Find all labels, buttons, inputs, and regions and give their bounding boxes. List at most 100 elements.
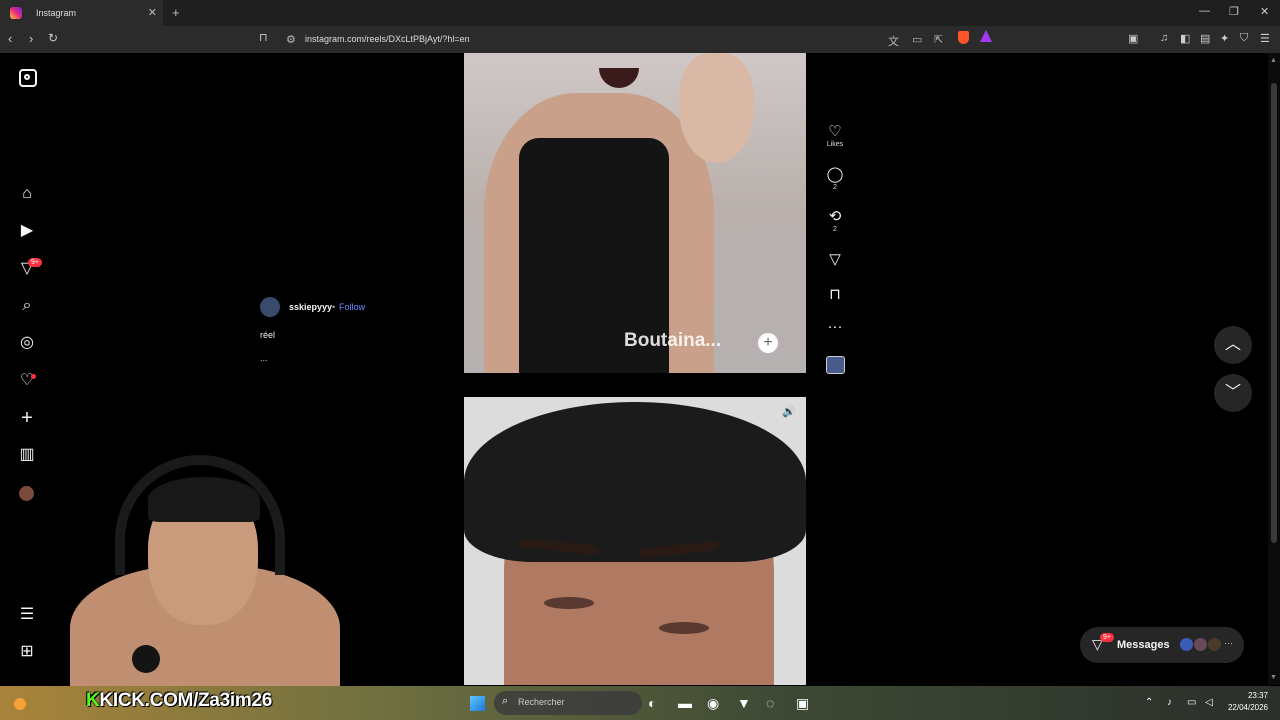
share-icon[interactable]: ⇱ bbox=[934, 33, 943, 46]
more-icon: ··· bbox=[827, 318, 843, 335]
chevron-down-icon: ﹀ bbox=[1224, 384, 1241, 401]
ai-assistant-icon[interactable]: ✦ bbox=[1220, 32, 1229, 45]
separator-dot: • bbox=[332, 302, 336, 312]
url-text: instagram.com/reels/DXcLtPBjAyt/?hl=en bbox=[305, 34, 470, 44]
share-button[interactable]: ▽ bbox=[822, 250, 848, 268]
comments-count: 2 bbox=[833, 184, 837, 191]
home-icon[interactable]: ⌂ bbox=[18, 185, 36, 203]
notification-dot bbox=[31, 374, 36, 379]
steam-icon[interactable]: ◉ bbox=[707, 695, 719, 712]
more-menu-icon[interactable]: ☰ bbox=[18, 606, 36, 624]
create-icon[interactable]: + bbox=[18, 408, 36, 428]
video-frame-mouth bbox=[599, 68, 639, 88]
tab-instagram[interactable]: Instagram ✕ bbox=[0, 0, 163, 26]
forward-icon[interactable]: › bbox=[29, 31, 33, 46]
search-icon: ⌕ bbox=[502, 695, 509, 707]
video-frame-eye bbox=[544, 597, 594, 609]
system-clock[interactable]: 23:37 22/04/2026 bbox=[1224, 690, 1268, 714]
reel-caption: réel bbox=[260, 330, 276, 340]
close-tab-icon[interactable]: ✕ bbox=[148, 6, 157, 19]
author-avatar[interactable] bbox=[260, 297, 280, 317]
brave-rewards-icon[interactable] bbox=[980, 30, 992, 42]
author-username[interactable]: sskiepyyy bbox=[289, 302, 332, 312]
repost-icon: ⟲ bbox=[828, 208, 842, 225]
stream-url: KICK.COM/Za3im26 bbox=[99, 690, 272, 711]
reload-icon[interactable]: ↻ bbox=[48, 31, 58, 45]
obs-icon[interactable]: ◌ bbox=[766, 695, 774, 711]
kick-logo: K bbox=[86, 690, 100, 711]
scroll-down-icon[interactable]: ▼ bbox=[1270, 674, 1277, 681]
windows-start-icon[interactable] bbox=[470, 696, 485, 711]
bookmark-save-icon: ⊓ bbox=[829, 286, 841, 303]
scroll-up-icon[interactable]: ▲ bbox=[1270, 57, 1277, 64]
app-icon[interactable]: ▣ bbox=[796, 695, 809, 712]
restore-icon[interactable]: ❐ bbox=[1229, 5, 1239, 18]
caption-more[interactable]: ... bbox=[260, 353, 268, 363]
tab-bar: Instagram ✕ + — ❐ ✕ bbox=[0, 0, 1280, 26]
file-explorer-icon[interactable]: ▬ bbox=[678, 695, 692, 711]
wallet-icon[interactable]: ▤ bbox=[1200, 32, 1210, 45]
menu-icon[interactable]: ☰ bbox=[1260, 32, 1270, 45]
navigation-bar: ‹ › ↻ ⊓ ⚙ instagram.com/reels/DXcLtPBjAy… bbox=[0, 26, 1280, 53]
also-from-meta-icon[interactable]: ⊞ bbox=[18, 643, 36, 661]
edge-icon[interactable]: ◐ bbox=[648, 695, 656, 711]
like-button[interactable]: ♡ Likes bbox=[822, 122, 848, 148]
cast-icon[interactable]: ▭ bbox=[912, 33, 922, 46]
explore-icon[interactable]: ◎ bbox=[18, 334, 36, 352]
scrollbar-thumb[interactable] bbox=[1271, 83, 1277, 543]
heart-icon: ♡ bbox=[828, 123, 842, 140]
messages-button[interactable]: ▽ 9+ Messages ··· bbox=[1080, 627, 1244, 663]
new-tab-icon[interactable]: + bbox=[172, 5, 180, 20]
video-overlay-text: Boutaina... bbox=[624, 330, 722, 351]
reader-icon[interactable]: ◧ bbox=[1180, 32, 1190, 45]
clock-time: 23:37 bbox=[1247, 691, 1268, 700]
address-bar[interactable]: ⚙ instagram.com/reels/DXcLtPBjAyt/?hl=en… bbox=[270, 29, 1005, 50]
clock-date: 22/04/2026 bbox=[1227, 703, 1268, 712]
reels-icon[interactable]: ▶ bbox=[18, 222, 36, 240]
webcam-overlay bbox=[70, 455, 340, 687]
microphone-tray-icon[interactable]: ♪ bbox=[1167, 697, 1172, 708]
more-options-button[interactable]: ··· bbox=[822, 318, 848, 335]
tray-chevron-icon[interactable]: ⌃ bbox=[1145, 697, 1153, 708]
translate-icon[interactable]: 文 bbox=[888, 33, 899, 49]
media-icon[interactable]: ♫ bbox=[1160, 32, 1168, 44]
chat-avatar bbox=[1180, 638, 1193, 651]
microphone-icon bbox=[132, 645, 160, 673]
site-info-icon[interactable]: ⚙ bbox=[286, 33, 296, 46]
vpn-icon[interactable]: ⛉ bbox=[1240, 32, 1248, 45]
reel-video-current[interactable]: Boutaina... + bbox=[464, 53, 806, 373]
audio-thumbnail[interactable] bbox=[826, 356, 845, 374]
volume-icon[interactable]: ◁ bbox=[1205, 697, 1213, 708]
headphones-icon bbox=[115, 455, 285, 575]
reposts-count: 2 bbox=[833, 226, 837, 233]
profile-avatar[interactable] bbox=[19, 486, 34, 501]
previous-reel-button[interactable]: ︿ bbox=[1214, 326, 1252, 364]
minimize-icon[interactable]: — bbox=[1199, 5, 1210, 17]
sidebar-panel-icon[interactable]: ▣ bbox=[1128, 32, 1138, 45]
chat-avatar bbox=[1208, 638, 1221, 651]
notifications-badge: 9+ bbox=[28, 258, 42, 267]
search-icon[interactable]: ⌕ bbox=[18, 297, 36, 315]
follow-button[interactable]: Follow bbox=[339, 302, 365, 312]
page-scrollbar[interactable]: ▲ ▼ bbox=[1268, 53, 1280, 685]
more-icon: ··· bbox=[1224, 638, 1233, 648]
dashboard-icon[interactable]: ▥ bbox=[18, 446, 36, 464]
bookmark-icon[interactable]: ⊓ bbox=[259, 31, 268, 44]
sound-icon[interactable]: 🔊 bbox=[782, 405, 796, 418]
reel-video-next[interactable]: 🔊 bbox=[464, 397, 806, 685]
next-reel-button[interactable]: ﹀ bbox=[1214, 374, 1252, 412]
repost-button[interactable]: ⟲ 2 bbox=[822, 207, 848, 233]
taskbar-search[interactable]: ⌕ Rechercher bbox=[494, 691, 642, 715]
close-window-icon[interactable]: ✕ bbox=[1260, 5, 1269, 18]
network-icon[interactable]: ▭ bbox=[1187, 697, 1196, 708]
chat-avatar bbox=[1194, 638, 1207, 651]
weather-icon[interactable] bbox=[14, 698, 26, 710]
comment-button[interactable]: ◯ 2 bbox=[822, 165, 848, 191]
tab-title: Instagram bbox=[36, 8, 77, 18]
back-icon[interactable]: ‹ bbox=[8, 31, 12, 46]
search-placeholder: Rechercher bbox=[518, 697, 565, 707]
brave-taskbar-icon[interactable]: ▼ bbox=[737, 695, 751, 711]
save-button[interactable]: ⊓ bbox=[822, 285, 848, 303]
brave-shields-icon[interactable] bbox=[958, 31, 969, 44]
instagram-logo-icon[interactable] bbox=[19, 69, 37, 87]
